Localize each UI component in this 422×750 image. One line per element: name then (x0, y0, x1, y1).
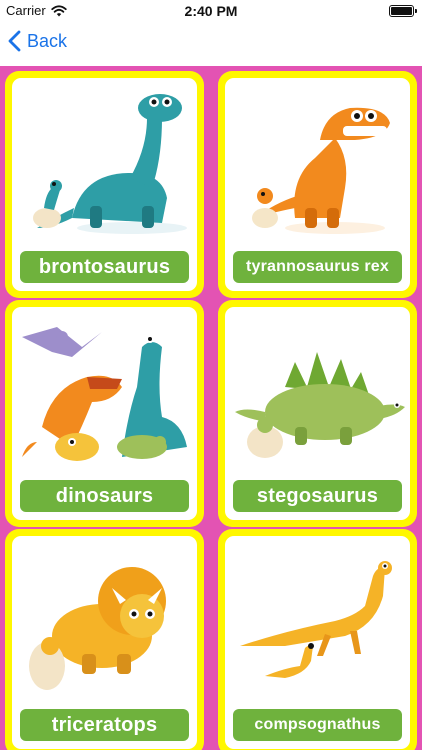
card-label: triceratops (20, 709, 189, 741)
card-compsognathus[interactable]: compsognathus (218, 529, 417, 750)
card-tyrannosaurus-rex[interactable]: tyrannosaurus rex (218, 71, 417, 298)
tyrannosaurus-rex-illustration (252, 107, 390, 234)
back-label: Back (27, 30, 68, 51)
triceratops-illustration (29, 567, 166, 690)
card-stegosaurus[interactable]: stegosaurus (218, 300, 417, 527)
back-button[interactable]: Back (8, 30, 67, 52)
card-brontosaurus[interactable]: brontosaurus (5, 71, 204, 298)
card-triceratops[interactable]: triceratops (5, 529, 204, 750)
compsognathus-illustration (240, 561, 392, 678)
battery-icon (389, 5, 417, 17)
card-label: stegosaurus (233, 480, 402, 512)
carrier-label: Carrier (6, 3, 46, 18)
navigation-bar: Back (0, 22, 422, 66)
carrier-indicator: Carrier (6, 3, 67, 18)
brontosaurus-illustration (33, 94, 187, 234)
dinosaur-card-grid: brontosaurus tyrannosaurus rex dinosaurs… (0, 66, 422, 750)
card-label: brontosaurus (20, 251, 189, 283)
card-dinosaurs[interactable]: dinosaurs (5, 300, 204, 527)
wifi-icon (51, 4, 67, 16)
status-bar: Carrier 2:40 PM (0, 0, 422, 22)
card-label: tyrannosaurus rex (233, 251, 402, 283)
card-label: compsognathus (233, 709, 402, 741)
dinosaurs-group-illustration (22, 327, 187, 461)
chevron-left-icon (8, 30, 21, 52)
card-label: dinosaurs (20, 480, 189, 512)
stegosaurus-illustration (235, 352, 405, 458)
